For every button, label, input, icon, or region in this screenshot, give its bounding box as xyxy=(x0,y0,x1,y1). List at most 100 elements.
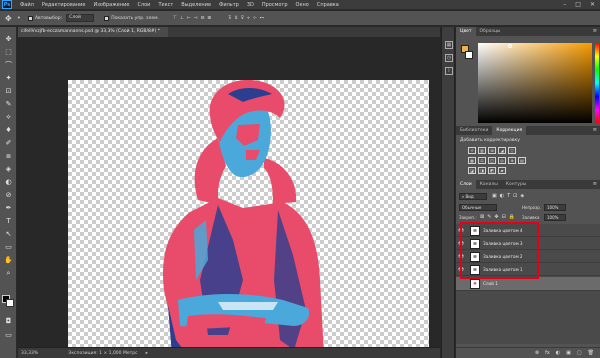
photo-filter-icon[interactable]: ◎ xyxy=(498,157,506,164)
delete-layer-icon[interactable]: 🗑 xyxy=(588,350,594,356)
grid-icon[interactable]: ▦ xyxy=(445,41,453,49)
channel-mixer-icon[interactable]: ⊕ xyxy=(508,157,516,164)
threshold-icon[interactable]: ◩ xyxy=(488,167,496,174)
curves-icon[interactable]: ⊞ xyxy=(488,147,496,154)
search-icon: ⌕ xyxy=(462,194,465,199)
link-layers-icon[interactable]: ⊗ xyxy=(535,350,539,356)
history-icon[interactable]: ◷ xyxy=(445,54,453,62)
layer-filter-dropdown[interactable]: ⌕ Вид xyxy=(459,193,487,200)
color-picker-cursor[interactable] xyxy=(508,44,512,48)
show-controls-checkbox[interactable] xyxy=(104,15,110,21)
document-canvas[interactable] xyxy=(68,79,429,356)
shape-tool-icon[interactable]: ▭ xyxy=(2,241,15,253)
menu-filter[interactable]: Фильтр xyxy=(219,2,239,8)
layer-name[interactable]: Слой 1 xyxy=(483,281,498,286)
panel-menu-icon[interactable]: ≡ xyxy=(593,180,597,189)
quick-select-tool-icon[interactable]: ✦ xyxy=(2,72,15,84)
tab-layers[interactable]: Слои xyxy=(456,180,476,189)
blur-tool-icon[interactable]: ⊘ xyxy=(2,189,15,201)
healing-tool-icon[interactable]: ⟡ xyxy=(2,111,15,123)
color-picker-field[interactable] xyxy=(478,43,592,123)
marquee-tool-icon[interactable]: ⬚ xyxy=(2,46,15,58)
adjustment-layer-icon[interactable]: ◐ xyxy=(556,350,560,356)
zoom-readout[interactable]: 33,33% xyxy=(21,351,38,356)
panel-menu-icon[interactable]: ≡ xyxy=(593,27,597,36)
eyedropper-tool-icon[interactable]: ✎ xyxy=(2,98,15,110)
fill-field[interactable]: 100% xyxy=(544,214,566,221)
move-tool-icon[interactable]: ✥ xyxy=(2,33,15,45)
hue-slider[interactable] xyxy=(595,43,599,123)
hand-tool-icon[interactable]: ✋ xyxy=(2,254,15,266)
pen-tool-icon[interactable]: ✒ xyxy=(2,202,15,214)
layers-panel-tabs: Слои Каналы Контуры ≡ xyxy=(456,180,600,189)
panel-menu-icon[interactable]: ≡ xyxy=(593,126,597,135)
mask-icon[interactable]: ▣ xyxy=(566,350,571,356)
tool-preset-arrow-icon[interactable]: ▾ xyxy=(18,16,20,21)
path-select-tool-icon[interactable]: ↖ xyxy=(2,228,15,240)
menu-select[interactable]: Выделение xyxy=(181,2,211,8)
brush-tool-icon[interactable]: ♦ xyxy=(2,124,15,136)
canvas-area[interactable] xyxy=(18,38,440,356)
menu-3d[interactable]: 3D xyxy=(247,2,254,8)
menu-window[interactable]: Окно xyxy=(296,2,309,8)
quick-mask-icon[interactable]: ◘ xyxy=(2,315,15,327)
document-tab[interactable]: cifelIVvzjfb-ecczamannanns.psd @ 33,3% (… xyxy=(18,27,168,37)
color-balance-icon[interactable]: ⚖ xyxy=(478,157,486,164)
auto-select-dropdown[interactable]: Слой xyxy=(66,14,95,22)
zoom-tool-icon[interactable]: ⌕ xyxy=(2,267,15,279)
minimize-icon[interactable]: – xyxy=(563,1,566,8)
lasso-tool-icon[interactable]: ⌒ xyxy=(2,59,15,71)
eraser-tool-icon[interactable]: ◈ xyxy=(2,163,15,175)
blend-mode-dropdown[interactable]: Обычные xyxy=(459,204,497,211)
maximize-icon[interactable]: □ xyxy=(575,1,581,8)
photoshop-logo: Ps xyxy=(2,0,12,9)
vibrance-icon[interactable]: ▽ xyxy=(508,147,516,154)
gradient-tool-icon[interactable]: ◐ xyxy=(2,176,15,188)
menu-view[interactable]: Просмотр xyxy=(262,2,288,8)
lock-icons[interactable]: ⊠✎✥⊟🔒 xyxy=(480,214,518,220)
exposure-icon[interactable]: ◢ xyxy=(498,147,506,154)
tab-swatches[interactable]: Образцы xyxy=(476,27,505,36)
new-layer-icon[interactable]: ▢ xyxy=(577,350,582,356)
tab-libraries[interactable]: Библиотеки xyxy=(456,126,492,135)
menu-type[interactable]: Текст xyxy=(158,2,173,8)
type-tool-icon[interactable]: T xyxy=(2,215,15,227)
gradient-map-icon[interactable]: ▰ xyxy=(498,167,506,174)
tab-channels[interactable]: Каналы xyxy=(476,180,502,189)
color-lookup-icon[interactable]: ▤ xyxy=(518,157,526,164)
opacity-field[interactable]: 100% xyxy=(544,204,566,211)
info-icon[interactable]: i xyxy=(445,67,453,75)
tab-adjustments[interactable]: Коррекция xyxy=(492,126,527,135)
background-color-swatch[interactable] xyxy=(465,51,473,59)
menu-file[interactable]: Файл xyxy=(20,2,34,8)
menu-layers[interactable]: Слои xyxy=(137,2,150,8)
history-brush-tool-icon[interactable]: ⧈ xyxy=(2,150,15,162)
collapsed-panels-strip: ▦ ◷ i xyxy=(441,27,455,358)
invert-icon[interactable]: ◪ xyxy=(468,167,476,174)
layer-row-selected[interactable]: ♠ Слой 1 xyxy=(456,277,600,291)
auto-select-checkbox[interactable] xyxy=(27,15,33,21)
brightness-icon[interactable]: ☼ xyxy=(468,147,476,154)
tab-color[interactable]: Цвет xyxy=(456,27,476,36)
tools-panel: ✥ ⬚ ⌒ ✦ ⊡ ✎ ⟡ ♦ ✐ ⧈ ◈ ◐ ⊘ ✒ T ↖ ▭ ✋ ⌕ ◘ … xyxy=(0,27,17,358)
menu-edit[interactable]: Редактирование xyxy=(42,2,86,8)
menu-image[interactable]: Изображение xyxy=(93,2,129,8)
fx-icon[interactable]: fx xyxy=(545,350,550,356)
close-window-icon[interactable]: ✕ xyxy=(590,1,595,8)
background-color-swatch[interactable] xyxy=(6,299,14,307)
tab-paths[interactable]: Контуры xyxy=(502,180,531,189)
clone-stamp-tool-icon[interactable]: ✐ xyxy=(2,137,15,149)
distribute-icons[interactable]: ⊼⊻⊽⋄⊹⊷ xyxy=(228,16,267,21)
posterize-icon[interactable]: ◨ xyxy=(478,167,486,174)
levels-icon[interactable]: ▥ xyxy=(478,147,486,154)
black-white-icon[interactable]: ◫ xyxy=(488,157,496,164)
menu-help[interactable]: Справка xyxy=(317,2,339,8)
align-icons[interactable]: ⊤⊥⊢⊣⊟⊞ xyxy=(173,16,214,21)
screen-mode-icon[interactable]: ▭ xyxy=(2,329,15,341)
status-arrow-icon[interactable]: ▸ xyxy=(146,351,148,356)
hue-saturation-icon[interactable]: ▦ xyxy=(468,157,476,164)
move-tool-icon[interactable]: ✥ xyxy=(5,14,12,23)
layer-filter-icons[interactable]: ▣◐T⊡◈ xyxy=(492,193,527,199)
lock-label: Закреп.: xyxy=(459,215,477,220)
crop-tool-icon[interactable]: ⊡ xyxy=(2,85,15,97)
